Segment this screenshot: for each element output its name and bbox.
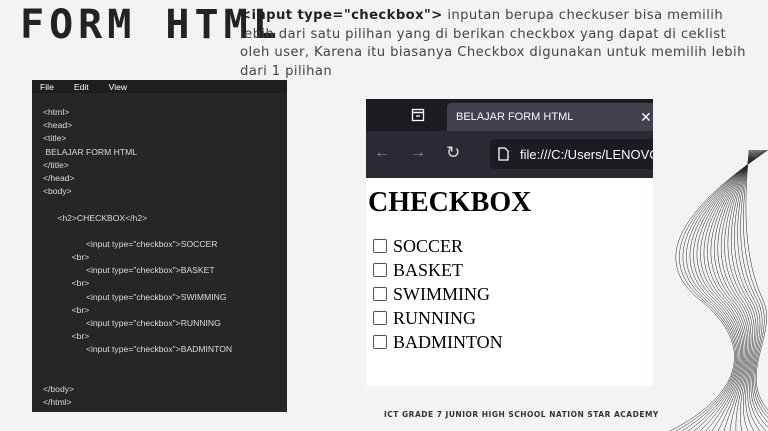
- code-line: <br>: [43, 278, 90, 289]
- nav-bar: ← → ↻ file:///C:/Users/LENOVO: [366, 131, 653, 178]
- code-line: </html>: [43, 397, 72, 408]
- footer-text: ICT GRADE 7 JUNIOR HIGH SCHOOL NATION ST…: [384, 410, 659, 419]
- code-line: <html>: [43, 107, 70, 117]
- code-line: </body>: [43, 383, 75, 394]
- code-line: </head>: [43, 172, 75, 183]
- code-line: <input type="checkbox">BADMINTON: [43, 344, 233, 355]
- checkbox[interactable]: [373, 263, 387, 277]
- browser-screenshot: BELAJAR FORM HTML ✕ ← → ↻ file:///C:/Use…: [366, 99, 653, 386]
- desc-code: <input type="checkbox">: [240, 8, 443, 23]
- checkbox-option[interactable]: RUNNING: [373, 306, 653, 330]
- checkbox-option[interactable]: SOCCER: [373, 234, 653, 258]
- close-tab-icon[interactable]: ✕: [640, 109, 652, 126]
- checkbox-list: SOCCER BASKET SWIMMING RUNNING BADMINTON: [366, 234, 653, 354]
- checkbox[interactable]: [373, 287, 387, 301]
- code-line: <head>: [43, 120, 73, 131]
- menu-file[interactable]: File: [40, 82, 54, 92]
- url-bar[interactable]: file:///C:/Users/LENOVO: [490, 139, 653, 169]
- checkbox-label: SOCCER: [393, 235, 464, 256]
- checkbox[interactable]: [373, 239, 387, 253]
- code-line: <title>: [43, 133, 67, 144]
- decorative-wave-lines: [669, 150, 768, 431]
- checkbox[interactable]: [373, 311, 387, 325]
- code-line: BELAJAR FORM HTML: [43, 146, 138, 157]
- browser-tab[interactable]: BELAJAR FORM HTML ✕: [447, 103, 653, 131]
- file-icon: [498, 147, 509, 161]
- slide-description: <input type="checkbox"> inputan berupa c…: [240, 7, 760, 81]
- menu-edit[interactable]: Edit: [74, 82, 89, 92]
- code-line: <body>: [43, 186, 72, 197]
- code-lines: <html> <head> <title> BELAJAR FORM HTML </t…: [43, 107, 232, 410]
- code-line: <input type="checkbox">RUNNING: [43, 318, 221, 328]
- editor-menu: File Edit View: [32, 80, 287, 93]
- code-line: <input type="checkbox">SOCCER: [43, 238, 218, 249]
- checkbox-label: RUNNING: [393, 307, 476, 328]
- checkbox-label: BASKET: [393, 259, 464, 280]
- tab-title: BELAJAR FORM HTML: [456, 111, 574, 123]
- checkbox-label: SWIMMING: [393, 283, 490, 304]
- code-editor-screenshot: File Edit View <html> <head> <title> BELAJ…: [32, 80, 287, 412]
- tab-view-icon[interactable]: [411, 108, 425, 122]
- checkbox-label: BADMINTON: [393, 331, 503, 352]
- checkbox-option[interactable]: BASKET: [373, 258, 653, 282]
- checkbox[interactable]: [373, 335, 387, 349]
- code-line: <br>: [43, 252, 90, 263]
- menu-view[interactable]: View: [109, 82, 127, 92]
- checkbox-option[interactable]: BADMINTON: [373, 330, 653, 354]
- code-line: <h2>CHECKBOX</h2>: [43, 212, 148, 223]
- checkbox-option[interactable]: SWIMMING: [373, 282, 653, 306]
- code-line: <br>: [43, 331, 90, 342]
- page-heading: CHECKBOX: [368, 187, 532, 218]
- code-line: </title>: [43, 159, 69, 170]
- url-text: file:///C:/Users/LENOVO: [520, 147, 653, 162]
- code-line: <input type="checkbox">SWIMMING: [43, 291, 227, 302]
- code-line: <br>: [43, 304, 90, 315]
- forward-icon[interactable]: →: [410, 144, 426, 162]
- reload-icon[interactable]: ↻: [446, 143, 460, 163]
- code-line: <input type="checkbox">BASKET: [43, 265, 215, 276]
- tab-bar: BELAJAR FORM HTML ✕: [366, 99, 653, 131]
- back-icon[interactable]: ←: [374, 144, 390, 162]
